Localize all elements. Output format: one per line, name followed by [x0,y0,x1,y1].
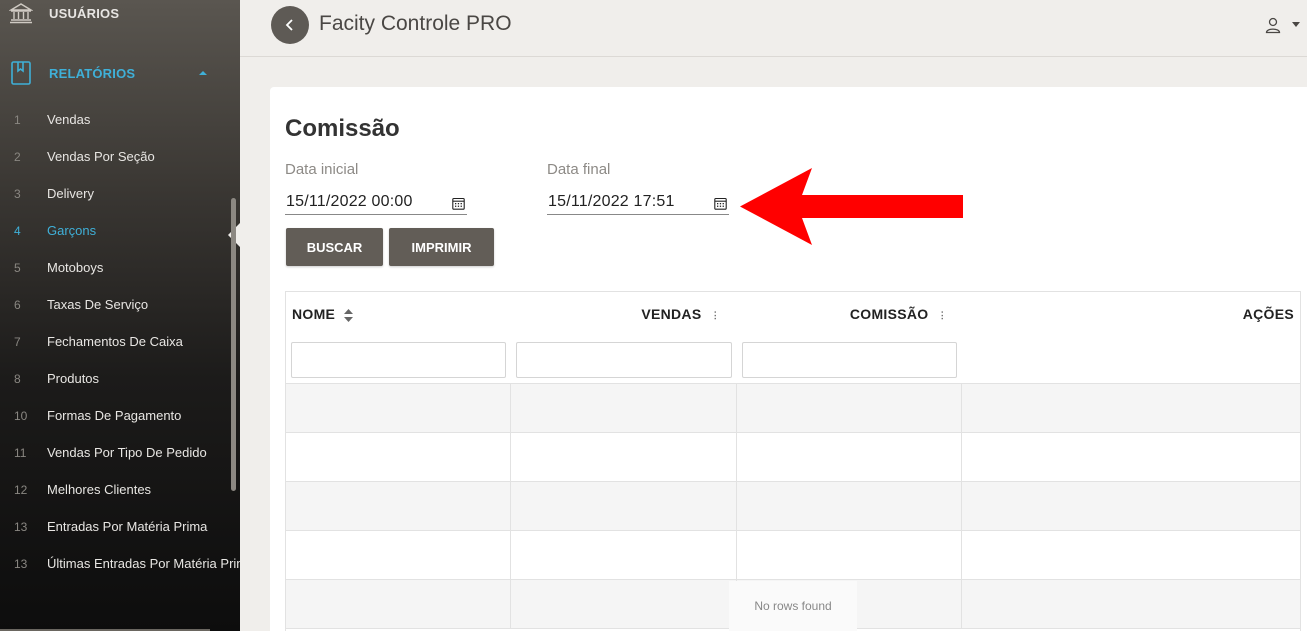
nome-filter-input[interactable] [291,342,506,378]
start-date-label: Data inicial [285,161,359,178]
sidebar-item-label: Vendas Por Tipo De Pedido [47,445,207,460]
sidebar-item-number: 5 [14,260,21,275]
sidebar-item-produtos[interactable]: 8 Produtos [0,360,240,397]
sidebar-item-number: 10 [14,408,28,423]
end-date-value: 15/11/2022 17:51 [548,193,675,210]
sidebar-item-delivery[interactable]: 3 Delivery [0,175,240,212]
start-date-group: Data inicial 15/11/2022 00:00 [285,161,467,215]
end-date-group: Data final 15/11/2022 17:51 [547,161,729,215]
sidebar-item-label: Delivery [47,186,94,201]
sidebar-item-garcons[interactable]: 4 Garçons [0,212,240,249]
sidebar: USUÁRIOS RELATÓRIOS 1 Vendas 2 Vendas Po… [0,0,240,631]
sidebar-item-ultimas-entradas-por-materia-prima[interactable]: 13 Últimas Entradas Por Matéria Prima [0,545,240,582]
top-header: Facity Controle PRO [240,0,1307,57]
user-icon[interactable] [1264,16,1282,34]
sort-icon[interactable] [344,308,354,322]
sidebar-item-number: 13 [14,519,28,534]
sidebar-item-number: 4 [14,223,21,238]
column-menu-icon[interactable]: ⋮ [938,310,947,321]
sidebar-item-melhores-clientes[interactable]: 12 Melhores Clientes [0,471,240,508]
start-date-field[interactable]: 15/11/2022 00:00 [285,189,467,215]
column-header-label: NOME [292,306,336,322]
empty-table-message: No rows found [729,581,857,631]
table-row [286,531,1300,580]
start-date-value: 15/11/2022 00:00 [286,193,413,210]
table-header: NOME VENDAS ⋮ COMISSÃO ⋮ AÇÕES [286,292,1300,384]
sidebar-section-relatorios[interactable]: RELATÓRIOS [0,53,240,93]
page-title: Comissão [285,115,400,142]
sidebar-item-number: 8 [14,371,21,386]
sidebar-item-label: Entradas Por Matéria Prima [47,519,208,534]
back-button[interactable] [271,6,309,44]
sidebar-item-vendas-por-secao[interactable]: 2 Vendas Por Seção [0,138,240,175]
column-header-vendas[interactable]: VENDAS ⋮ [641,306,720,322]
sidebar-section-label: USUÁRIOS [49,5,120,21]
sidebar-item-label: Motoboys [47,260,104,275]
column-menu-icon[interactable]: ⋮ [711,310,720,321]
table-row [286,384,1300,433]
sidebar-item-motoboys[interactable]: 5 Motoboys [0,249,240,286]
bank-icon [8,0,34,26]
book-icon [8,60,34,86]
sidebar-item-label: Formas De Pagamento [47,408,182,423]
sidebar-item-vendas[interactable]: 1 Vendas [0,101,240,138]
sidebar-item-label: Garçons [47,223,97,238]
print-button[interactable]: IMPRIMIR [389,228,494,266]
sidebar-item-label: Vendas [47,112,91,127]
sidebar-section-usuarios[interactable]: USUÁRIOS [0,0,240,33]
sidebar-item-vendas-por-tipo-de-pedido[interactable]: 11 Vendas Por Tipo De Pedido [0,434,240,471]
column-header-comissao[interactable]: COMISSÃO ⋮ [850,306,947,322]
sidebar-item-number: 12 [14,482,28,497]
end-date-label: Data final [547,161,611,178]
sidebar-item-fechamentos-de-caixa[interactable]: 7 Fechamentos De Caixa [0,323,240,360]
sidebar-item-number: 11 [14,445,27,460]
calendar-icon[interactable] [714,197,727,210]
sidebar-item-number: 6 [14,297,21,312]
calendar-icon[interactable] [452,197,465,210]
commission-table: NOME VENDAS ⋮ COMISSÃO ⋮ AÇÕES [285,291,1301,631]
column-header-label: VENDAS [641,306,702,322]
sidebar-item-label: Produtos [47,371,100,386]
caret-up-icon[interactable] [199,71,207,75]
sidebar-item-label: Melhores Clientes [47,482,152,497]
column-header-label: AÇÕES [1242,306,1294,322]
table-row [286,433,1300,482]
sidebar-item-entradas-por-materia-prima[interactable]: 13 Entradas Por Matéria Prima [0,508,240,545]
sidebar-item-number: 1 [14,112,21,127]
sidebar-report-list: 1 Vendas 2 Vendas Por Seção 3 Delivery 4… [0,101,240,582]
sidebar-section-label: RELATÓRIOS [49,65,136,81]
comissao-filter-input[interactable] [742,342,957,378]
sidebar-item-number: 13 [14,556,28,571]
sidebar-item-formas-de-pagamento[interactable]: 10 Formas De Pagamento [0,397,240,434]
chevron-left-icon [285,19,293,31]
app-title: Facity Controle PRO [319,12,512,35]
red-arrow-icon [740,168,963,245]
table-row [286,482,1300,531]
search-button[interactable]: BUSCAR [286,228,383,266]
caret-down-icon[interactable] [1292,22,1300,27]
sidebar-item-label: Fechamentos De Caixa [47,334,183,349]
sidebar-item-label: Últimas Entradas Por Matéria Prima [47,556,240,571]
sidebar-item-number: 3 [14,186,21,201]
vendas-filter-input[interactable] [516,342,732,378]
sidebar-item-number: 7 [14,334,21,349]
sidebar-item-number: 2 [14,149,21,164]
column-header-nome[interactable]: NOME [292,306,354,322]
column-header-label: COMISSÃO [849,306,929,322]
sidebar-item-taxas-de-servico[interactable]: 6 Taxas De Serviço [0,286,240,323]
sidebar-item-label: Taxas De Serviço [47,297,149,312]
end-date-field[interactable]: 15/11/2022 17:51 [547,189,729,215]
sidebar-scrollbar[interactable] [231,198,236,491]
column-header-acoes: AÇÕES [1243,306,1294,322]
sidebar-item-label: Vendas Por Seção [47,149,155,164]
